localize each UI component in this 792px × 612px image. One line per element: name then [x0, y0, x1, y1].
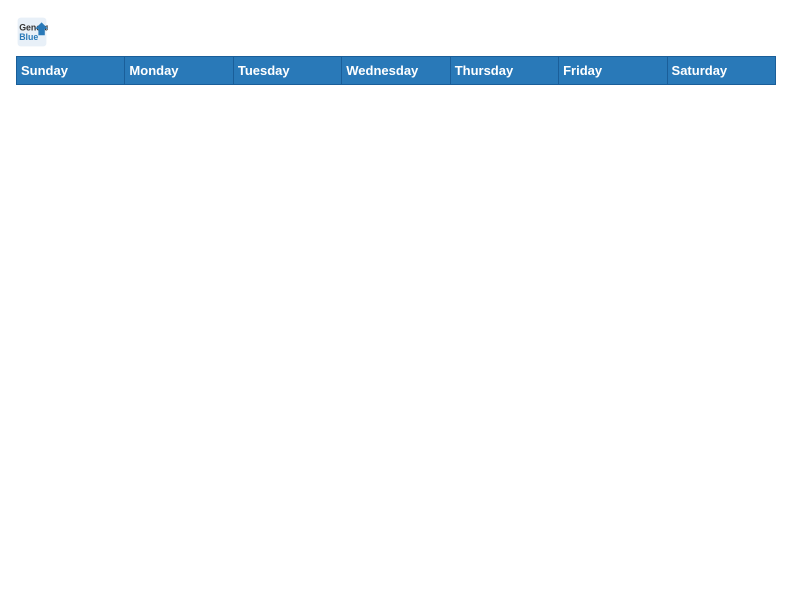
logo-icon: General Blue — [16, 16, 48, 48]
weekday-header-wednesday: Wednesday — [342, 57, 450, 85]
weekday-header-row: SundayMondayTuesdayWednesdayThursdayFrid… — [17, 57, 776, 85]
weekday-header-thursday: Thursday — [450, 57, 558, 85]
header: General Blue — [16, 16, 776, 48]
weekday-header-sunday: Sunday — [17, 57, 125, 85]
weekday-header-saturday: Saturday — [667, 57, 775, 85]
logo: General Blue — [16, 16, 52, 48]
calendar-table: SundayMondayTuesdayWednesdayThursdayFrid… — [16, 56, 776, 85]
svg-text:Blue: Blue — [19, 32, 38, 42]
weekday-header-friday: Friday — [559, 57, 667, 85]
weekday-header-tuesday: Tuesday — [233, 57, 341, 85]
weekday-header-monday: Monday — [125, 57, 233, 85]
